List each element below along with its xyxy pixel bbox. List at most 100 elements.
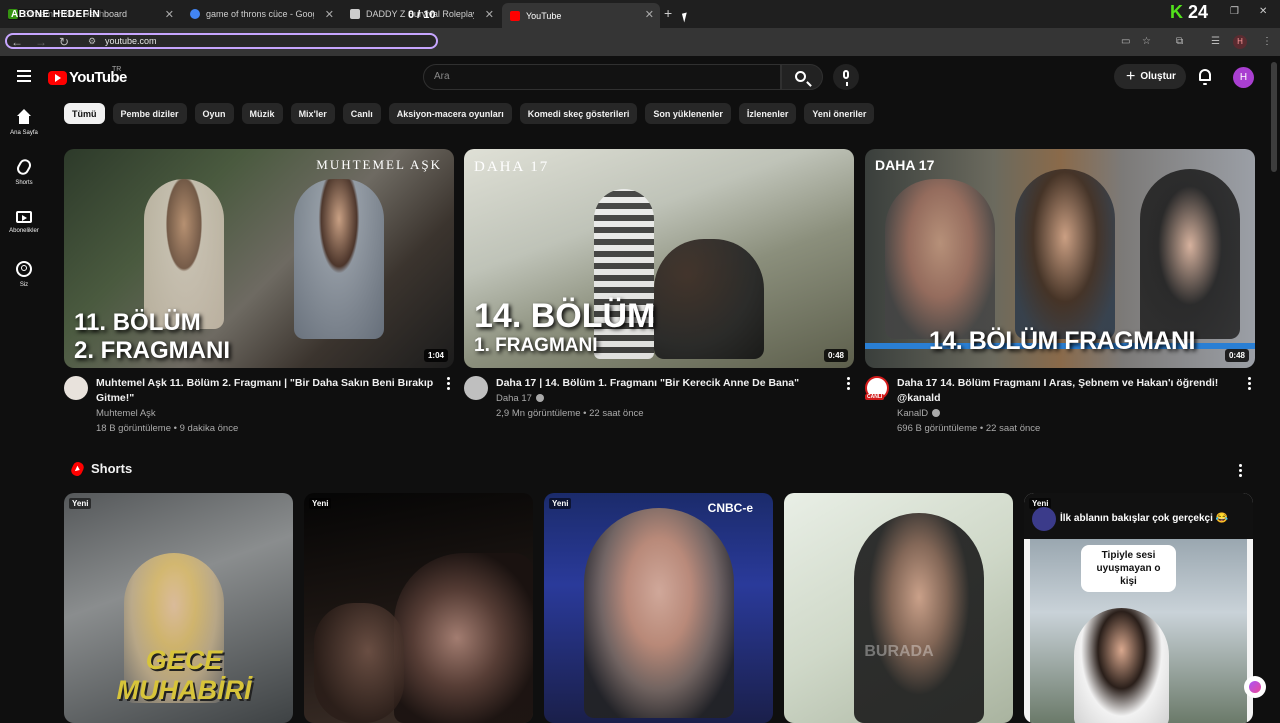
media-queue-icon[interactable]: ☰ [1211, 36, 1220, 47]
page-favicon-icon [350, 9, 360, 19]
mizah-logo [1032, 507, 1056, 531]
live-badge: CANLI [865, 394, 885, 400]
shorts-shelf-header: Shorts [69, 459, 133, 478]
verified-icon [932, 409, 941, 417]
browser-menu-icon[interactable]: ⋮ [1262, 36, 1272, 47]
page-scrollbar[interactable] [1271, 62, 1277, 172]
bookmark-star-icon[interactable]: ☆ [1142, 36, 1151, 47]
chip-watched[interactable]: İzlenenler [738, 103, 797, 124]
new-tab-button[interactable]: + [664, 5, 672, 21]
assistant-floating-icon[interactable] [1244, 676, 1266, 698]
chip-recently-uploaded[interactable]: Son yüklenenler [645, 103, 731, 124]
upload-age: 9 dakika önce [179, 423, 239, 434]
sidebar-item-shorts[interactable]: Shorts [0, 157, 48, 186]
create-button[interactable]: + Oluştur [1114, 64, 1186, 89]
shorts-more-options-icon[interactable] [1239, 464, 1242, 479]
channel-avatar-live[interactable]: CANLI [865, 376, 889, 400]
chip-gaming[interactable]: Oyun [194, 103, 234, 124]
tab-google-search[interactable]: game of throns cüce - Google'da Ara ✕ [182, 3, 340, 25]
search-placeholder: Ara [434, 71, 450, 82]
subscriber-goal-label: ABONE HEDEFİN [8, 9, 104, 20]
sidebar-item-label: Shorts [15, 180, 33, 186]
more-options-icon[interactable] [447, 377, 450, 392]
new-badge: Yeni [309, 498, 332, 509]
you-icon [16, 261, 32, 277]
video-card[interactable]: DAHA 17 14. BÖLÜM 1. FRAGMANI 0:48 Daha … [464, 149, 854, 421]
close-icon[interactable]: ✕ [325, 8, 334, 21]
short-speech-bubble: Tipiyle sesi uyuşmayan o kişi [1081, 545, 1176, 592]
voice-search-button[interactable] [833, 64, 859, 90]
chip-comedy-sketch[interactable]: Komedi skeç gösterileri [519, 103, 638, 124]
verified-icon [535, 394, 544, 402]
thumbnail-line2: 2. FRAGMANI [74, 337, 230, 364]
more-options-icon[interactable] [1248, 377, 1251, 392]
video-duration: 1:04 [423, 349, 448, 362]
chip-music[interactable]: Müzik [241, 103, 283, 124]
video-title[interactable]: Daha 17 | 14. Bölüm 1. Fragmanı "Bir Ker… [496, 376, 834, 391]
video-thumbnail[interactable]: DAHA 17 14. BÖLÜM 1. FRAGMANI 0:48 [464, 149, 854, 368]
sidebar-item-home[interactable]: Ana Sayfa [0, 109, 48, 136]
kick-number: 24 [1188, 2, 1209, 22]
address-bar[interactable] [5, 33, 438, 49]
google-favicon-icon [190, 9, 200, 19]
close-icon[interactable]: ✕ [485, 8, 494, 21]
sidebar-item-subscriptions[interactable]: Abonelikler [0, 209, 48, 234]
close-window-icon[interactable]: ✕ [1259, 6, 1267, 17]
account-avatar[interactable]: H [1233, 67, 1254, 88]
hamburger-menu-icon[interactable] [17, 70, 31, 85]
back-arrow-icon[interactable]: ← [11, 35, 23, 49]
more-options-icon[interactable] [847, 377, 850, 392]
thumbnail-line2: 1. FRAGMANI [474, 335, 598, 356]
shorts-icon [14, 157, 34, 177]
site-info-icon[interactable]: ⚙ [88, 36, 96, 47]
sidebar-item-you[interactable]: Siz [0, 261, 48, 288]
upload-age: 22 saat önce [589, 408, 644, 419]
video-card[interactable]: MUHTEMEL AŞK 11. BÖLÜM 2. FRAGMANI 1:04 … [64, 149, 454, 436]
cast-icon[interactable]: ▭ [1121, 36, 1130, 47]
thumbnail-brand: DAHA 17 [875, 157, 935, 173]
subscriptions-icon [16, 211, 32, 223]
chip-new-to-you[interactable]: Yeni öneriler [804, 103, 875, 124]
video-title[interactable]: Daha 17 14. Bölüm Fragmanı I Aras, Şebne… [897, 376, 1235, 406]
chip-action-adventure[interactable]: Aksiyon-macera oyunları [388, 103, 512, 124]
forward-arrow-icon[interactable]: → [35, 35, 47, 49]
search-button[interactable] [781, 64, 823, 90]
search-input[interactable] [423, 64, 781, 90]
channel-avatar[interactable] [464, 376, 488, 400]
thumbnail-line1: 14. BÖLÜM [474, 297, 656, 335]
short-card[interactable]: Yeni CNBC-e [544, 493, 773, 723]
new-badge: Yeni [69, 498, 92, 509]
url-text[interactable]: youtube.com [105, 36, 157, 46]
channel-avatar[interactable] [64, 376, 88, 400]
close-icon[interactable]: ✕ [165, 8, 174, 21]
home-icon [16, 109, 32, 125]
video-duration: 0:48 [1224, 349, 1249, 362]
short-card[interactable]: BURADA [784, 493, 1013, 723]
youtube-logo[interactable]: YouTube TR [48, 66, 127, 86]
video-thumbnail[interactable]: MUHTEMEL AŞK 11. BÖLÜM 2. FRAGMANI 1:04 [64, 149, 454, 368]
tab-youtube[interactable]: YouTube ✕ [502, 3, 660, 28]
kick-logo: K [1170, 2, 1183, 22]
youtube-play-icon [48, 70, 67, 85]
video-title[interactable]: Muhtemel Aşk 11. Bölüm 2. Fragmanı | "Bi… [96, 376, 434, 406]
chip-all[interactable]: Tümü [64, 103, 105, 124]
video-card[interactable]: DAHA 17 14. BÖLÜM FRAGMANI 0:48 CANLI Da… [865, 149, 1255, 436]
extensions-icon[interactable]: ⧉ [1176, 36, 1183, 47]
short-card[interactable]: Yeni [304, 493, 533, 723]
close-icon[interactable]: ✕ [645, 8, 654, 21]
notifications-bell-icon[interactable] [1199, 69, 1211, 85]
shorts-heading: Shorts [91, 461, 133, 476]
restore-window-icon[interactable]: ❐ [1230, 6, 1239, 17]
short-overlay-text: BURADA [864, 643, 934, 660]
channel-name[interactable]: Muhtemel Aşk [96, 406, 434, 421]
channel-name[interactable]: Daha 17 [496, 393, 532, 404]
chip-soap-operas[interactable]: Pembe diziler [112, 103, 187, 124]
video-thumbnail[interactable]: DAHA 17 14. BÖLÜM FRAGMANI 0:48 [865, 149, 1255, 368]
chip-mixes[interactable]: Mix'ler [290, 103, 335, 124]
channel-name[interactable]: KanalD [897, 408, 928, 419]
browser-profile-avatar[interactable]: H [1233, 35, 1247, 49]
reload-icon[interactable]: ↻ [59, 35, 69, 49]
short-card[interactable]: Yeni GECE MUHABİRİ [64, 493, 293, 723]
short-card[interactable]: Yeni İlk ablanın bakışlar çok gerçekçi 😂… [1024, 493, 1253, 723]
chip-live[interactable]: Canlı [342, 103, 381, 124]
